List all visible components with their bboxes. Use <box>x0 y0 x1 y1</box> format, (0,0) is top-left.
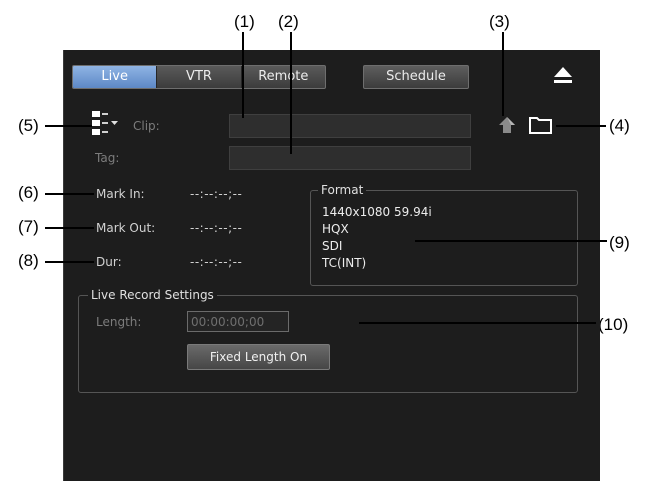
folder-icon[interactable] <box>528 115 554 135</box>
format-title: Format <box>318 183 367 197</box>
format-codec: HQX <box>322 222 349 236</box>
eject-icon[interactable] <box>552 65 574 85</box>
mark-in-label: Mark In: <box>96 187 145 201</box>
leader-1 <box>242 32 244 118</box>
tab-live[interactable]: Live <box>73 66 158 88</box>
clip-name-field[interactable] <box>229 114 471 138</box>
schedule-button[interactable]: Schedule <box>363 65 469 89</box>
mark-out-label: Mark Out: <box>96 221 156 235</box>
duration-value: --:--:--;-- <box>190 255 243 269</box>
clip-label: Clip: <box>133 119 160 133</box>
duration-label: Dur: <box>96 255 122 269</box>
leader-5 <box>45 125 92 127</box>
leader-3 <box>502 32 504 116</box>
live-record-title: Live Record Settings <box>88 288 217 302</box>
callout-1: (1) <box>234 12 255 31</box>
leader-10 <box>359 322 596 324</box>
format-resolution: 1440x1080 59.94i <box>322 205 432 219</box>
callout-3: (3) <box>489 12 510 31</box>
callout-10: (10) <box>598 315 629 334</box>
mark-in-value: --:--:--;-- <box>190 187 243 201</box>
leader-8 <box>45 261 94 263</box>
tag-field[interactable] <box>229 146 471 170</box>
source-tab-group: Live VTR Remote <box>72 65 326 89</box>
callout-5: (5) <box>18 116 39 135</box>
leader-2 <box>290 32 292 154</box>
leader-7 <box>45 227 94 229</box>
tag-label: Tag: <box>95 151 120 165</box>
leader-4 <box>556 125 606 127</box>
leader-6 <box>45 193 94 195</box>
format-input: SDI <box>322 239 343 253</box>
format-timecode: TC(INT) <box>322 256 367 270</box>
tab-remote[interactable]: Remote <box>242 66 325 88</box>
callout-6: (6) <box>18 183 39 202</box>
callout-8: (8) <box>18 251 39 270</box>
leader-9 <box>415 240 607 242</box>
tab-vtr[interactable]: VTR <box>157 66 242 88</box>
length-label: Length: <box>96 315 142 329</box>
callout-2: (2) <box>278 12 299 31</box>
upload-icon[interactable] <box>497 114 517 136</box>
mark-out-value: --:--:--;-- <box>190 221 243 235</box>
length-input[interactable]: 00:00:00;00 <box>187 311 289 332</box>
fixed-length-button[interactable]: Fixed Length On <box>187 344 330 370</box>
clip-list-icon[interactable] <box>91 109 123 139</box>
callout-7: (7) <box>18 217 39 236</box>
callout-4: (4) <box>609 116 630 135</box>
callout-9: (9) <box>609 233 630 252</box>
